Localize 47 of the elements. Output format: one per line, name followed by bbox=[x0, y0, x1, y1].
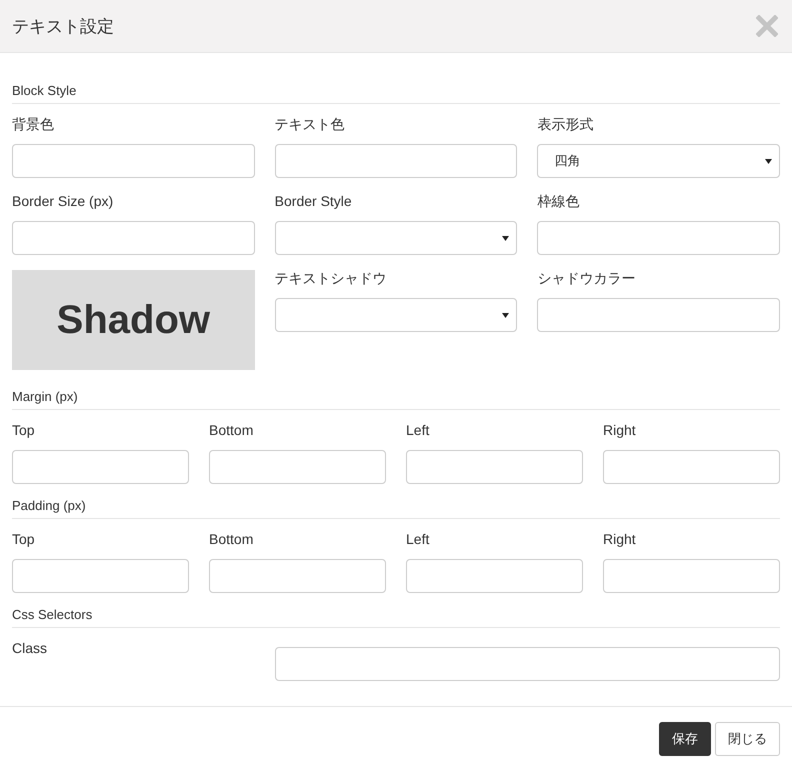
input-field[interactable] bbox=[209, 450, 386, 484]
section-heading: Css Selectors bbox=[12, 605, 780, 628]
field-label: 背景色 bbox=[12, 115, 55, 134]
input-field[interactable] bbox=[537, 298, 780, 332]
caret-icon bbox=[502, 236, 510, 240]
section-heading: Block Style bbox=[12, 81, 780, 104]
field-label: Border Style bbox=[274, 192, 353, 211]
field-label: 表示形式 bbox=[537, 115, 594, 134]
field-label: Top bbox=[12, 421, 36, 440]
dialog-title: テキスト設定 bbox=[12, 16, 114, 38]
shadow-preview: Shadow bbox=[12, 270, 255, 370]
input-field[interactable] bbox=[603, 559, 780, 593]
field-label: Border Size (px) bbox=[12, 192, 114, 211]
input-field[interactable] bbox=[406, 559, 583, 593]
caret-icon bbox=[502, 312, 510, 318]
field-label: シャドウカラー bbox=[537, 269, 636, 288]
input-field[interactable] bbox=[12, 450, 189, 484]
input-field[interactable] bbox=[12, 221, 255, 255]
close-button[interactable]: 閉じる bbox=[715, 722, 780, 756]
select-field[interactable]: 四角 bbox=[537, 144, 780, 178]
save-button[interactable]: 保存 bbox=[659, 722, 711, 756]
field-label: Left bbox=[406, 530, 430, 549]
input-field[interactable] bbox=[12, 144, 255, 178]
field-label: Bottom bbox=[209, 530, 254, 549]
field-label: Bottom bbox=[209, 421, 254, 440]
field-label: Class bbox=[12, 639, 48, 658]
input-field[interactable] bbox=[537, 221, 780, 255]
field-label: Top bbox=[12, 530, 36, 549]
section-heading: Padding (px) bbox=[12, 496, 780, 519]
input-field[interactable] bbox=[209, 559, 386, 593]
caret-icon bbox=[765, 158, 772, 164]
section-heading: Margin (px) bbox=[12, 387, 780, 410]
select-field[interactable] bbox=[274, 221, 518, 255]
close-icon bbox=[756, 15, 778, 37]
input-field[interactable] bbox=[274, 144, 518, 178]
field-label: Right bbox=[603, 421, 637, 440]
input-field[interactable] bbox=[12, 559, 189, 593]
input-field[interactable] bbox=[274, 647, 780, 681]
input-field[interactable] bbox=[603, 450, 780, 484]
field-label: Left bbox=[406, 421, 430, 440]
field-label: テキスト色 bbox=[274, 115, 346, 134]
field-label: Right bbox=[603, 530, 637, 549]
field-label: テキストシャドウ bbox=[274, 269, 388, 288]
field-label: 枠線色 bbox=[537, 192, 580, 211]
input-field[interactable] bbox=[406, 450, 583, 484]
select-field[interactable] bbox=[274, 298, 518, 332]
close-button[interactable] bbox=[756, 15, 778, 37]
